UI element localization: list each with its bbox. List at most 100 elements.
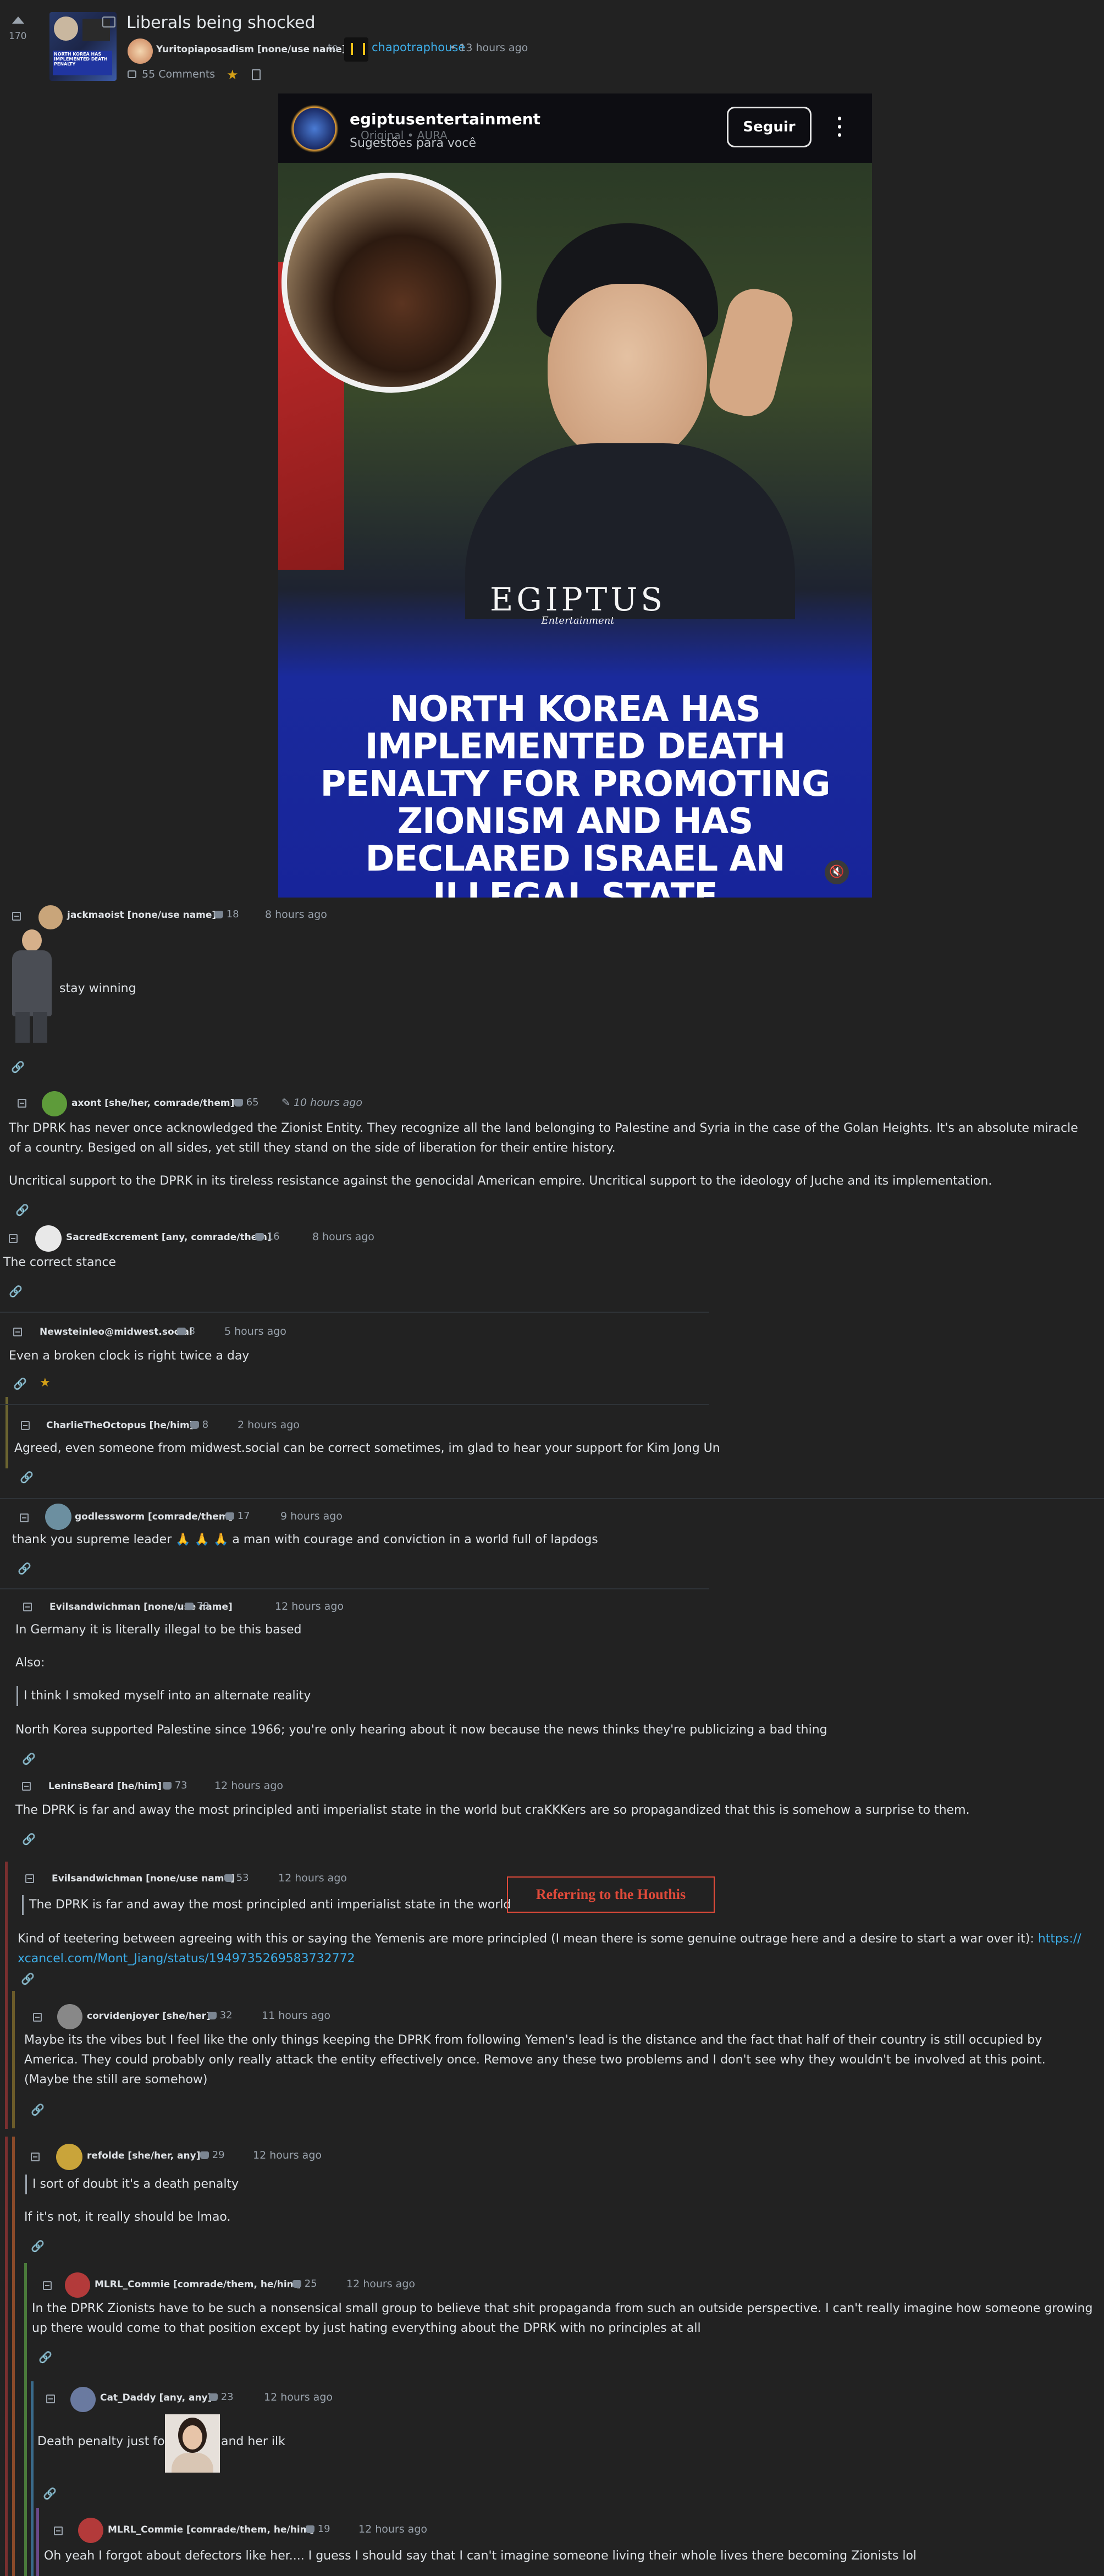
cat-vote-icon[interactable] xyxy=(306,2525,314,2533)
collapse-button[interactable] xyxy=(20,1513,29,1522)
cat-vote-icon[interactable] xyxy=(200,2151,209,2159)
cat-vote-icon[interactable] xyxy=(177,1328,186,1335)
collapse-button[interactable] xyxy=(43,2281,52,2290)
divider xyxy=(0,1312,709,1313)
cat-vote-icon[interactable] xyxy=(163,1782,172,1790)
comment-user[interactable]: Newsteinleo@midwest.social xyxy=(40,1326,192,1337)
comment-score: 32 xyxy=(208,2010,233,2021)
comment-text: thank you supreme leader 🙏 🙏 🙏 a man wit… xyxy=(12,1533,598,1546)
embed-headline: NORTH KOREA HAS IMPLEMENTED DEATH PENALT… xyxy=(320,689,830,898)
collapse-button[interactable] xyxy=(18,1099,26,1108)
post-score: 170 xyxy=(9,31,27,42)
collapse-button[interactable] xyxy=(22,1782,31,1791)
star-icon[interactable]: ★ xyxy=(40,1376,51,1390)
comment-time: ✎ 10 hours ago xyxy=(281,1097,362,1109)
cat-vote-icon[interactable] xyxy=(190,1421,199,1429)
collapse-button[interactable] xyxy=(21,1421,30,1430)
post-title[interactable]: Liberals being shocked xyxy=(126,13,316,32)
image-icon xyxy=(102,16,115,27)
comment-user[interactable]: jackmaoist [none/use name] xyxy=(67,910,216,921)
link-icon[interactable]: 🔗 xyxy=(31,2239,45,2253)
comment-text: Agreed, even someone from midwest.social… xyxy=(14,1441,720,1455)
cat-vote-icon[interactable] xyxy=(255,1233,264,1241)
link-icon[interactable]: 🔗 xyxy=(11,1060,25,1074)
comment-user[interactable]: Cat_Daddy [any, any] xyxy=(100,2392,212,2403)
collapse-button[interactable] xyxy=(54,2527,63,2535)
comment-user[interactable]: CharlieTheOctopus [he/him] xyxy=(46,1420,194,1431)
follow-button[interactable]: Seguir xyxy=(727,107,812,147)
collapse-button[interactable] xyxy=(46,2395,55,2403)
comment-score: 65 xyxy=(234,1097,259,1108)
link-icon[interactable]: 🔗 xyxy=(21,1972,35,1985)
link-icon[interactable]: 🔗 xyxy=(15,1203,29,1217)
link-icon[interactable]: 🔗 xyxy=(9,1285,23,1298)
comment-time: 12 hours ago xyxy=(346,2278,416,2290)
collapse-button[interactable] xyxy=(23,1603,32,1611)
post-author[interactable]: Yuritopiaposadism [none/use name] xyxy=(156,44,346,55)
blockquote: The DPRK is far and away the most princi… xyxy=(22,1895,511,1915)
collapse-button[interactable] xyxy=(31,2153,40,2161)
comment-text: The DPRK is far and away the most princi… xyxy=(15,1803,970,1817)
more-options-icon[interactable] xyxy=(838,114,841,139)
comment-score: 3 xyxy=(177,1325,195,1337)
cat-vote-icon[interactable] xyxy=(292,2280,301,2288)
cat-vote-icon[interactable] xyxy=(209,2393,218,2401)
portrait-figure xyxy=(465,223,799,619)
comment-user[interactable]: axont [she/her, comrade/them] xyxy=(71,1098,234,1109)
link-icon[interactable]: 🔗 xyxy=(20,1471,34,1484)
comment-text: and her ilk xyxy=(221,2435,285,2448)
comment-user[interactable]: Evilsandwichman [none/use name] xyxy=(52,1873,235,1884)
link-icon[interactable]: 🔗 xyxy=(22,1752,36,1765)
upvote-icon[interactable] xyxy=(12,16,24,24)
star-icon[interactable]: ★ xyxy=(227,67,239,82)
comment-user[interactable]: godlessworm [comrade/them] xyxy=(75,1511,233,1522)
collapse-button[interactable] xyxy=(33,2013,42,2022)
comment-time: 9 hours ago xyxy=(280,1510,343,1522)
comment-user[interactable]: MLRL_Commie [comrade/them, he/him] xyxy=(108,2524,314,2535)
mute-icon[interactable]: 🔇 xyxy=(825,860,849,884)
comment-user[interactable]: corvidenjoyer [she/her] xyxy=(87,2011,211,2022)
comment-user[interactable]: LeninsBeard [he/him] xyxy=(48,1781,162,1792)
comment-time: 11 hours ago xyxy=(262,2010,331,2022)
collapse-button[interactable] xyxy=(12,912,21,921)
collapse-button[interactable] xyxy=(13,1328,22,1336)
comment-user[interactable]: refolde [she/her, any] xyxy=(87,2150,200,2161)
thread-line xyxy=(12,2137,15,2576)
comment-time: 12 hours ago xyxy=(275,1600,344,1612)
comments-count[interactable]: 55 Comments xyxy=(142,68,215,80)
comment-score: 19 xyxy=(306,2523,330,2535)
cat-vote-icon[interactable] xyxy=(185,1603,194,1610)
user-avatar xyxy=(42,1091,67,1116)
thread-line xyxy=(5,1397,8,1468)
comment-text: Also: xyxy=(15,1656,45,1670)
comment-text: North Korea supported Palestine since 19… xyxy=(15,1723,827,1737)
link-icon[interactable]: 🔗 xyxy=(22,1832,36,1846)
account-name[interactable]: egiptusentertainment xyxy=(350,110,540,128)
egiptus-logo: EGIPTUS Entertainment xyxy=(490,581,666,626)
comment-text: In the DPRK Zionists have to be such a n… xyxy=(32,2302,1093,2335)
embed-card[interactable]: egiptusentertainment Original • AURA Sug… xyxy=(278,93,872,898)
user-avatar xyxy=(70,2387,96,2412)
author-avatar xyxy=(128,38,153,64)
copy-icon[interactable] xyxy=(252,69,261,80)
link-icon[interactable]: 🔗 xyxy=(18,1562,31,1575)
comment-user[interactable]: SacredExcrement [any, comrade/them] xyxy=(66,1232,272,1243)
comment-text: Even a broken clock is right twice a day xyxy=(9,1349,250,1363)
thread-line xyxy=(5,1862,8,2129)
link-icon[interactable]: 🔗 xyxy=(13,1377,27,1390)
account-avatar[interactable] xyxy=(290,104,339,153)
thread-line xyxy=(5,2137,8,2576)
link-icon[interactable]: 🔗 xyxy=(31,2103,45,2116)
comment-score: 16 xyxy=(255,1231,280,1242)
cat-vote-icon[interactable] xyxy=(214,911,223,918)
cat-vote-icon[interactable] xyxy=(225,1512,234,1520)
link-icon[interactable]: 🔗 xyxy=(38,2351,52,2364)
cat-vote-icon[interactable] xyxy=(234,1099,243,1107)
cat-vote-icon[interactable] xyxy=(208,2012,217,2019)
cat-vote-icon[interactable] xyxy=(224,1874,233,1882)
comment-user[interactable]: MLRL_Commie [comrade/them, he/him] xyxy=(95,2279,301,2290)
comment-text: Uncritical support to the DPRK in its ti… xyxy=(9,1174,992,1188)
link-icon[interactable]: 🔗 xyxy=(43,2487,57,2500)
collapse-button[interactable] xyxy=(25,1874,34,1883)
collapse-button[interactable] xyxy=(9,1234,18,1243)
